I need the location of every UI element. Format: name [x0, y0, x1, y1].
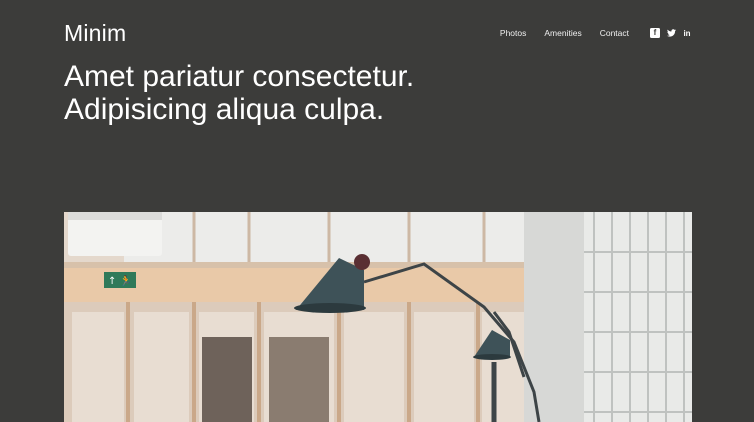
nav-link-amenities[interactable]: Amenities	[544, 28, 581, 38]
main-nav: Photos Amenities Contact f in	[500, 28, 692, 38]
twitter-icon[interactable]	[666, 28, 676, 38]
nav-link-contact[interactable]: Contact	[600, 28, 629, 38]
facebook-glyph: f	[653, 28, 657, 37]
hero-line-1: Amet pariatur consectetur.	[64, 60, 415, 93]
linkedin-icon[interactable]: in	[682, 28, 692, 38]
linkedin-glyph: in	[683, 28, 691, 38]
facebook-icon[interactable]: f	[650, 28, 660, 38]
site-header: Minim Photos Amenities Contact f in	[64, 18, 692, 48]
twitter-bird-icon	[666, 29, 676, 37]
hero-photo: ↑ 🏃	[64, 212, 692, 422]
page: Minim Photos Amenities Contact f in Amet…	[0, 0, 754, 422]
hero-line-2: Adipisicing aliqua culpa.	[64, 93, 385, 126]
nav-link-photos[interactable]: Photos	[500, 28, 526, 38]
interior-photo: ↑ 🏃	[64, 212, 692, 422]
social-links: f in	[650, 28, 692, 38]
brand-logo[interactable]: Minim	[64, 20, 126, 47]
exit-sign-text: ↑ 🏃	[108, 274, 132, 287]
hero-headline: Amet pariatur consectetur. Adipisicing a…	[64, 60, 624, 126]
